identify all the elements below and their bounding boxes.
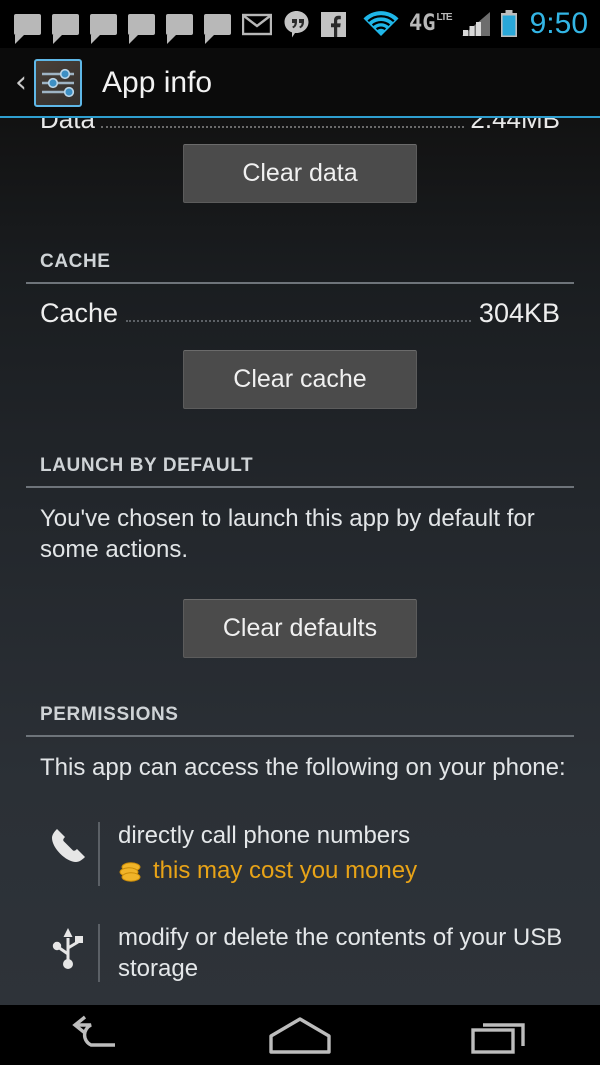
recents-icon bbox=[471, 1023, 525, 1054]
settings-sliders-icon[interactable] bbox=[34, 59, 82, 107]
permission-label: modify or delete the contents of your US… bbox=[118, 923, 563, 982]
permission-label: directly call phone numbers bbox=[118, 822, 411, 850]
cache-row: Cache 304KB bbox=[0, 284, 600, 342]
cache-value: 304KB bbox=[478, 298, 560, 328]
permissions-section: PERMISSIONS This app can access the foll… bbox=[0, 704, 600, 984]
sms-icon bbox=[52, 13, 79, 44]
page-title: App info bbox=[102, 66, 213, 99]
wifi-icon bbox=[363, 11, 399, 37]
coins-icon bbox=[119, 861, 141, 882]
launch-by-default-section: LAUNCH BY DEFAULT You've chosen to launc… bbox=[0, 455, 600, 659]
status-bar-notification-icons bbox=[14, 10, 362, 44]
permission-divider bbox=[98, 923, 100, 983]
nav-home-button[interactable] bbox=[225, 1014, 375, 1056]
cache-section-header: CACHE bbox=[40, 251, 111, 272]
status-bar: 4G LTE 9:50 bbox=[0, 0, 600, 48]
hangouts-icon bbox=[284, 11, 309, 38]
network-type-sublabel: LTE bbox=[436, 12, 452, 23]
clear-cache-button[interactable]: Clear cache bbox=[183, 350, 417, 409]
gmail-icon bbox=[242, 13, 272, 36]
sms-icon bbox=[166, 13, 193, 44]
network-type-label: 4G bbox=[408, 11, 436, 36]
status-bar-system-icons: 4G LTE 9:50 bbox=[362, 7, 588, 41]
nav-back-button[interactable] bbox=[25, 1015, 175, 1055]
nav-recents-button[interactable] bbox=[425, 1014, 575, 1056]
back-icon bbox=[72, 1015, 115, 1047]
permission-item[interactable]: modify or delete the contents of your US… bbox=[0, 906, 600, 984]
permission-cost-label: this may cost you money bbox=[153, 857, 418, 885]
clear-data-button-row: Clear data bbox=[0, 144, 600, 203]
permissions-intro: This app can access the following on you… bbox=[40, 754, 566, 782]
launch-by-default-description: You've chosen to launch this app by defa… bbox=[40, 505, 535, 563]
launch-by-default-header: LAUNCH BY DEFAULT bbox=[40, 455, 254, 476]
usb-icon bbox=[40, 922, 96, 970]
clear-defaults-button-row: Clear defaults bbox=[0, 599, 600, 659]
signal-bars-icon bbox=[461, 12, 490, 36]
permission-item[interactable]: directly call phone numbers this may cos… bbox=[0, 804, 600, 888]
leader-dots bbox=[100, 126, 465, 128]
back-chevron-icon[interactable]: ‹ bbox=[10, 68, 32, 98]
clear-defaults-button[interactable]: Clear defaults bbox=[183, 599, 417, 659]
facebook-icon bbox=[321, 11, 346, 37]
permission-divider bbox=[98, 822, 100, 886]
data-usage-label: Data bbox=[40, 118, 95, 134]
app-info-scroll-content[interactable]: Data 2.44MB Clear data CACHE Cache 304KB… bbox=[0, 118, 600, 1005]
network-type-icon: 4G LTE bbox=[408, 11, 453, 36]
clear-cache-button-row: Clear cache bbox=[0, 350, 600, 409]
data-usage-value: 2.44MB bbox=[470, 118, 560, 134]
sms-icon bbox=[90, 13, 117, 44]
data-usage-row: Data 2.44MB bbox=[0, 118, 600, 135]
home-icon bbox=[269, 1017, 331, 1054]
cache-section: CACHE Cache 304KB Clear cache bbox=[0, 251, 600, 409]
action-bar: ‹ App info bbox=[0, 48, 600, 118]
sms-icon bbox=[14, 13, 41, 44]
sms-icon bbox=[204, 13, 231, 44]
sms-icon bbox=[128, 13, 155, 44]
cache-label: Cache bbox=[40, 298, 119, 328]
permissions-header: PERMISSIONS bbox=[40, 704, 179, 726]
status-bar-clock: 9:50 bbox=[529, 7, 588, 40]
permission-text-group: modify or delete the contents of your US… bbox=[118, 922, 574, 984]
leader-dots bbox=[126, 320, 471, 322]
navigation-bar bbox=[0, 1005, 600, 1065]
permission-cost-warning: this may cost you money bbox=[118, 855, 574, 887]
clear-data-button[interactable]: Clear data bbox=[183, 144, 417, 203]
phone-screen: 4G LTE 9:50 ‹ App info Data 2.44MB Clear… bbox=[0, 0, 600, 1065]
battery-icon bbox=[500, 10, 517, 37]
permission-text-group: directly call phone numbers this may cos… bbox=[118, 820, 574, 888]
phone-handset-icon bbox=[40, 820, 96, 868]
